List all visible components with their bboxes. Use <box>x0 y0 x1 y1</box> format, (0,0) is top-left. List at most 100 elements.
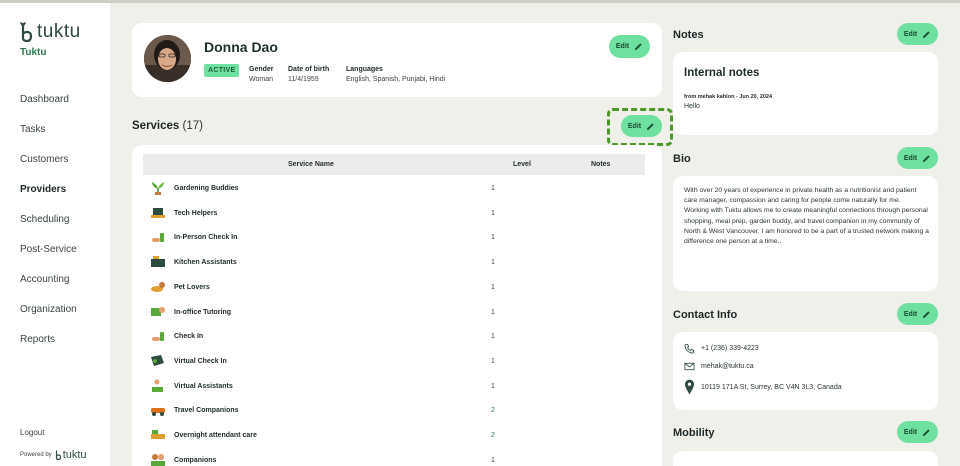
tuktu-logo-icon <box>20 22 33 42</box>
services-title: Services (17) <box>132 120 203 132</box>
edit-mobility-button[interactable]: Edit <box>897 421 938 443</box>
note-meta: from mehak kahlon - Jun 20, 2024 <box>684 94 773 100</box>
map-pin-icon <box>684 379 695 395</box>
sidebar-item-providers[interactable]: Providers <box>20 183 77 213</box>
sidebar-item-post-service[interactable]: Post-Service <box>20 243 77 273</box>
services-card: Service Name Level Notes Gardening Buddi… <box>132 145 662 466</box>
pencil-icon <box>923 30 930 38</box>
bio-title: Bio <box>673 153 691 165</box>
edit-notes-label: Edit <box>903 30 918 38</box>
dob-field: Date of birth 11/4/1959 <box>288 65 329 85</box>
powered-by: Powered by tuktu <box>20 449 87 461</box>
bio-card: With over 20 years of experience in priv… <box>673 176 938 291</box>
service-name: Tech Helpers <box>174 209 218 217</box>
note-text: Hello <box>684 103 700 110</box>
service-level: 2 <box>491 432 495 439</box>
column-notes[interactable]: Notes <box>591 161 610 168</box>
people-icon <box>151 453 165 466</box>
table-row[interactable]: Gardening Buddies 1 <box>150 182 630 207</box>
person-laptop-icon <box>152 379 163 392</box>
edit-profile-label: Edit <box>615 43 630 50</box>
service-level: 1 <box>491 185 495 192</box>
services-table-header: Service Name Level Notes <box>143 154 645 175</box>
tuktu-small-logo-icon <box>55 450 61 460</box>
contact-email[interactable]: mehak@tuktu.ca <box>701 363 754 370</box>
sidebar-item-reports[interactable]: Reports <box>20 333 77 363</box>
gender-label: Gender <box>249 66 274 73</box>
stove-icon <box>151 256 165 268</box>
table-row[interactable]: Kitchen Assistants 1 <box>150 256 630 281</box>
contact-address-row: 10119 171A St, Surrey, BC V4N 3L3, Canad… <box>684 378 842 396</box>
sidebar-item-organization[interactable]: Organization <box>20 303 77 333</box>
service-level: 1 <box>491 308 495 316</box>
table-row[interactable]: In-Person Check In 1 <box>150 232 630 256</box>
top-border <box>0 0 960 3</box>
column-service-name[interactable]: Service Name <box>288 161 334 168</box>
internal-notes-heading: Internal notes <box>684 67 760 79</box>
edit-profile-button[interactable]: Edit <box>609 35 650 58</box>
table-row[interactable]: Check In 1 <box>150 331 630 355</box>
contact-address[interactable]: 10119 171A St, Surrey, BC V4N 3L3, Canad… <box>701 384 842 391</box>
table-row[interactable]: Virtual Check In 1 <box>150 354 630 380</box>
service-name: Overnight attendant care <box>174 432 257 439</box>
brand-name: tuktu <box>37 21 81 42</box>
pencil-icon <box>923 428 930 436</box>
service-level: 1 <box>491 456 495 464</box>
table-row[interactable]: Pet Lovers 1 <box>150 281 630 306</box>
notes-title: Notes <box>673 29 704 41</box>
edit-mobility-label: Edit <box>903 428 918 436</box>
services-count: (17) <box>182 120 203 132</box>
sidebar-item-accounting[interactable]: Accounting <box>20 273 77 303</box>
edit-bio-button[interactable]: Edit <box>897 147 938 169</box>
sidebar-item-customers[interactable]: Customers <box>20 153 77 183</box>
profile-card: Donna Dao ACTIVE Gender Woman Date of bi… <box>132 23 662 97</box>
brand-logo[interactable]: tuktu <box>20 21 81 43</box>
sidebar-item-scheduling[interactable]: Scheduling <box>20 213 77 243</box>
service-level: 1 <box>491 234 495 242</box>
table-row[interactable]: Overnight attendant care 2 <box>150 430 630 454</box>
service-level: 1 <box>491 259 495 267</box>
highlight-outline <box>607 108 673 146</box>
service-name: Virtual Check In <box>174 357 227 365</box>
dog-icon <box>151 281 165 292</box>
mobility-title: Mobility <box>673 427 715 439</box>
service-level: 1 <box>491 357 495 365</box>
sidebar-item-dashboard[interactable]: Dashboard <box>20 93 77 123</box>
service-name: In-office Tutoring <box>174 308 232 316</box>
contact-title: Contact Info <box>673 309 738 321</box>
contact-phone-row: +1 (236) 339-4223 <box>684 343 759 354</box>
laptop-icon <box>151 207 165 218</box>
service-level: 2 <box>491 407 495 415</box>
gender-value: Woman <box>249 76 273 83</box>
powered-by-brand: tuktu <box>62 449 87 461</box>
table-row[interactable]: In-office Tutoring 1 <box>150 306 630 331</box>
edit-notes-button[interactable]: Edit <box>897 23 938 45</box>
gender-field: Gender Woman <box>249 65 274 85</box>
edit-contact-button[interactable]: Edit <box>897 303 938 325</box>
contact-phone[interactable]: +1 (236) 339-4223 <box>701 345 759 352</box>
phone-icon <box>684 343 695 354</box>
powered-by-text: Powered by <box>20 452 52 458</box>
service-level: 1 <box>491 382 495 390</box>
service-level: 1 <box>491 209 495 217</box>
provider-name: Donna Dao <box>204 39 278 55</box>
tablet-icon <box>151 354 164 366</box>
hand-icon <box>152 233 164 243</box>
contact-email-row: mehak@tuktu.ca <box>684 361 754 372</box>
table-row[interactable]: Tech Helpers 1 <box>150 207 630 232</box>
sidebar: tuktu Tuktu Dashboard Tasks Customers Pr… <box>0 3 110 466</box>
table-row[interactable]: Companions 1 <box>150 453 630 466</box>
logout-link[interactable]: Logout <box>20 428 44 437</box>
org-name: Tuktu <box>20 47 47 58</box>
avatar-photo-icon <box>144 35 191 82</box>
service-name: Companions <box>174 456 217 464</box>
table-row[interactable]: Travel Companions 2 <box>150 405 630 429</box>
table-row[interactable]: Virtual Assistants 1 <box>150 379 630 405</box>
column-level[interactable]: Level <box>513 161 531 168</box>
service-name: Travel Companions <box>174 407 239 415</box>
edit-bio-label: Edit <box>903 154 918 162</box>
contact-card: +1 (236) 339-4223 mehak@tuktu.ca 10119 1… <box>673 332 938 410</box>
sidebar-item-tasks[interactable]: Tasks <box>20 123 77 153</box>
avatar <box>144 35 191 82</box>
services-title-text: Services <box>132 120 180 132</box>
